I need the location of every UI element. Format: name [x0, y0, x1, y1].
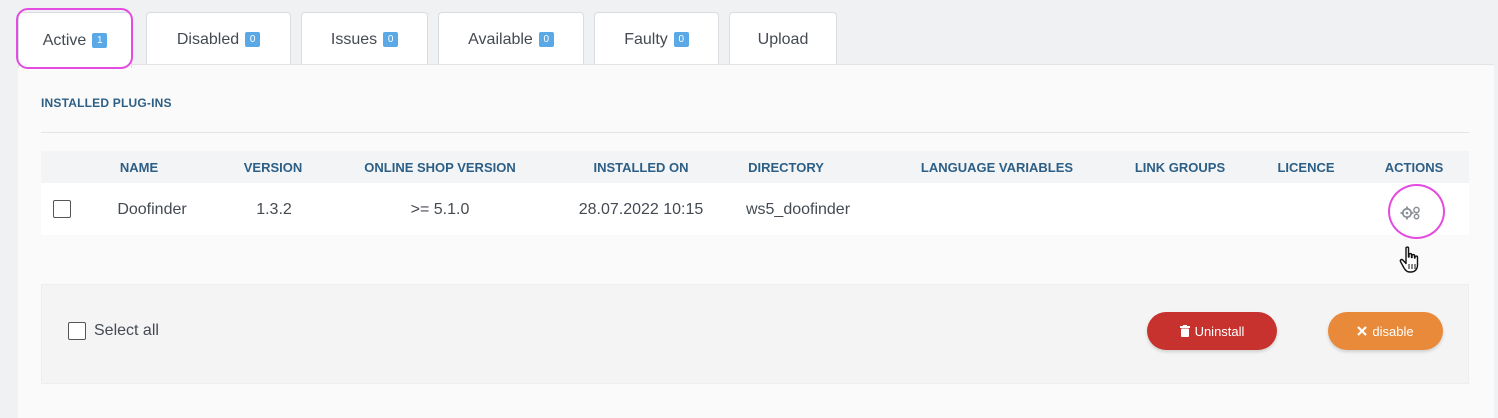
tab-issues[interactable]: Issues 0 [301, 12, 428, 66]
cell-name: Doofinder [117, 201, 187, 218]
tab-issues-count-badge: 0 [383, 32, 399, 47]
close-icon [1357, 326, 1368, 336]
col-licence: LICENCE [1277, 160, 1335, 175]
table-header: NAME VERSION ONLINE SHOP VERSION INSTALL… [41, 151, 1469, 183]
hand-cursor-icon [1399, 246, 1419, 273]
tab-faulty[interactable]: Faulty 0 [594, 12, 719, 66]
col-language-variables: LANGUAGE VARIABLES [920, 160, 1074, 175]
col-directory: DIRECTORY [748, 160, 824, 175]
select-all-control[interactable]: Select all [68, 322, 159, 340]
trash-icon [1179, 325, 1190, 337]
col-link-groups: LINK GROUPS [1134, 160, 1226, 175]
col-installed-on: INSTALLED ON [593, 160, 689, 175]
uninstall-label: Uninstall [1194, 323, 1245, 339]
section-title: INSTALLED PLUG-INS [41, 96, 172, 110]
tab-disabled-count-badge: 0 [245, 32, 261, 47]
gears-icon[interactable] [1393, 195, 1429, 231]
cell-directory: ws5_doofinder [745, 201, 851, 218]
tab-disabled-label: Disabled [176, 30, 240, 48]
section-divider [41, 132, 1469, 133]
row-select-checkbox[interactable] [53, 200, 71, 218]
tab-faulty-count-badge: 0 [673, 32, 689, 47]
cell-online-shop-version: >= 5.1.0 [410, 201, 470, 218]
tab-active[interactable]: Active 1 [18, 12, 132, 68]
tab-available[interactable]: Available 0 [438, 12, 584, 66]
disable-button[interactable]: disable [1328, 312, 1443, 350]
tab-upload[interactable]: Upload [729, 12, 837, 66]
tab-faulty-label: Faulty [624, 30, 668, 48]
disable-label: disable [1372, 323, 1414, 339]
tab-available-label: Available [468, 30, 533, 48]
col-online-shop-version: ONLINE SHOP VERSION [364, 160, 516, 175]
tab-available-count-badge: 0 [538, 32, 554, 47]
cell-installed-on: 28.07.2022 10:15 [578, 201, 704, 218]
table-row: Doofinder 1.3.2 >= 5.1.0 28.07.2022 10:1… [41, 183, 1469, 235]
select-all-checkbox[interactable] [68, 322, 86, 340]
tab-active-label: Active [42, 31, 87, 49]
uninstall-button[interactable]: Uninstall [1147, 312, 1277, 350]
col-version: VERSION [243, 160, 303, 175]
bulk-actions-bar: Select all Uninstall disable [41, 284, 1469, 384]
cell-version: 1.3.2 [256, 201, 292, 218]
col-name: NAME [119, 160, 159, 175]
select-all-label: Select all [94, 322, 159, 339]
tab-upload-label: Upload [757, 30, 809, 48]
col-actions: ACTIONS [1384, 160, 1444, 175]
plugins-panel: INSTALLED PLUG-INS NAME VERSION ONLINE S… [18, 64, 1494, 418]
tab-disabled[interactable]: Disabled 0 [146, 12, 291, 66]
tab-active-count-badge: 1 [92, 33, 108, 48]
tab-issues-label: Issues [330, 30, 378, 48]
